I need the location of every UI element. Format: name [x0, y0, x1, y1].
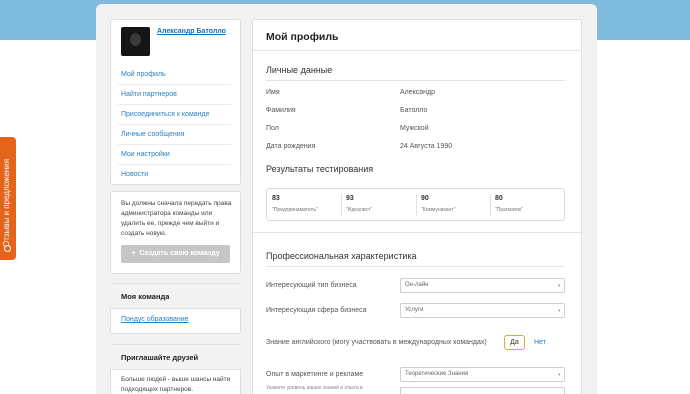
- chevron-down-icon: ▾: [558, 283, 561, 289]
- first-name-value: Александр: [400, 89, 436, 96]
- gender-label: Пол: [266, 125, 279, 132]
- business-type-value: Он-лайн: [405, 282, 429, 288]
- user-name-link[interactable]: Александр Батолло: [157, 28, 226, 35]
- business-sphere-label: Интересующая сфера бизнеса: [266, 307, 367, 314]
- score-label: "Коммуникант": [421, 207, 456, 213]
- create-team-button[interactable]: + Создать свою команду: [121, 245, 230, 263]
- divider: [118, 144, 231, 145]
- divider: [416, 194, 417, 216]
- create-team-label: Создать свою команду: [139, 250, 220, 257]
- marketing-label: Опыт в маркетинге и рекламе: [266, 371, 364, 378]
- gender-value: Мужской: [400, 125, 429, 132]
- score-label: "Предприниматель": [272, 207, 318, 213]
- divider: [253, 50, 581, 51]
- divider: [266, 80, 565, 81]
- score-value: 83: [272, 195, 280, 202]
- last-name-label: Фамилия: [266, 107, 296, 114]
- chevron-down-icon: ▾: [558, 372, 561, 378]
- marketing-details-textarea[interactable]: [400, 387, 565, 394]
- birth-date-label: Дата рождения: [266, 143, 316, 150]
- feedback-tab-label[interactable]: Отзывы и предложения: [2, 139, 11, 247]
- plus-icon: +: [131, 250, 136, 257]
- nav-item-settings[interactable]: Мои настройки: [121, 151, 170, 158]
- divider: [118, 164, 231, 165]
- marketing-hint: Укажите уровень ваших знаний и опыта в: [266, 385, 363, 391]
- birth-date-value: 24 Августа 1990: [400, 143, 453, 150]
- divider: [341, 194, 342, 216]
- my-team-title: Моя команда: [121, 292, 170, 301]
- english-yes-button[interactable]: Да: [504, 335, 525, 350]
- nav-item-join-team[interactable]: Присоединиться к команде: [121, 111, 210, 118]
- divider: [253, 232, 581, 233]
- admin-notice-text: Вы должны сначала передать права админис…: [121, 200, 232, 237]
- professional-section-title: Профессиональная характеристика: [266, 251, 417, 261]
- team-link[interactable]: Пондус образование: [121, 316, 189, 323]
- first-name-label: Имя: [266, 89, 280, 96]
- invite-title: Приглашайте друзей: [121, 353, 199, 362]
- marketing-value: Теоретические Знания: [405, 371, 469, 377]
- score-value: 93: [346, 195, 354, 202]
- business-sphere-value: Услуги: [405, 307, 424, 313]
- nav-item-my-profile[interactable]: Мой профиль: [121, 71, 166, 78]
- nav-item-messages[interactable]: Личные сообщения: [121, 131, 184, 138]
- score-value: 90: [421, 195, 429, 202]
- divider: [266, 266, 565, 267]
- score-label: "Идеалист": [346, 207, 373, 213]
- page-title: Мой профиль: [266, 31, 339, 43]
- business-sphere-select[interactable]: [400, 303, 565, 318]
- english-no-link[interactable]: Нет: [534, 339, 546, 346]
- avatar[interactable]: [121, 27, 150, 56]
- divider: [118, 104, 231, 105]
- nav-item-find-partners[interactable]: Найти партнеров: [121, 91, 177, 98]
- nav-item-news[interactable]: Новости: [121, 171, 148, 178]
- last-name-value: Батолло: [400, 107, 428, 114]
- score-label: "Прагматик": [495, 207, 523, 213]
- testing-section-title: Результаты тестирования: [266, 164, 374, 174]
- divider: [490, 194, 491, 216]
- divider: [118, 124, 231, 125]
- personal-section-title: Личные данные: [266, 65, 333, 75]
- business-type-label: Интересующий тип бизнеса: [266, 282, 357, 289]
- divider: [118, 84, 231, 85]
- chevron-down-icon: ▾: [558, 308, 561, 314]
- score-value: 80: [495, 195, 503, 202]
- invite-text: Больше людей - выше шансы найти подходящ…: [121, 376, 231, 393]
- english-label: Знание английского (могу участвовать в м…: [266, 339, 487, 346]
